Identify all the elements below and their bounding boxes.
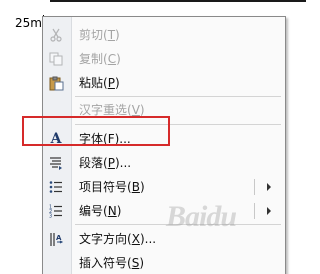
mnemonic-key: P — [107, 156, 115, 170]
mnemonic-key: C — [107, 52, 117, 66]
document-text[interactable]: 25m — [15, 15, 44, 31]
numbering-icon: 123 — [48, 203, 64, 219]
scissors-icon — [48, 27, 64, 43]
menu-item-paste[interactable]: 粘贴(P) — [43, 71, 285, 95]
mnemonic-key: S — [131, 256, 140, 270]
menu-item-label: 剪切 — [79, 28, 104, 42]
mnemonic-key: T — [107, 28, 116, 42]
submenu-arrow-icon[interactable] — [267, 183, 271, 191]
menu-item-paragraph[interactable]: 段落(P)... — [43, 151, 285, 175]
submenu-divider — [254, 203, 255, 219]
menu-item-label: 段落 — [79, 156, 104, 170]
paste-icon — [48, 75, 64, 91]
font-icon: A — [50, 131, 62, 147]
menu-item-reconvert[interactable]: 汉字重选(V) — [43, 98, 285, 122]
menu-item-label: 编号 — [79, 204, 104, 218]
context-menu: 剪切(T) 复制(C) 粘贴(P) 汉字重选(V) A 字体(F)... 段落(… — [42, 16, 286, 274]
screenshot: 25m 剪切(T) 复制(C) 粘贴(P) 汉字重选(V) A 字体(F)...… — [0, 0, 306, 274]
ellipsis: ... — [144, 232, 157, 246]
mnemonic-key: X — [131, 232, 140, 246]
menu-item-label: 字体 — [79, 132, 104, 146]
menu-item-label: 项目符号 — [79, 180, 128, 194]
menu-item-label: 复制 — [79, 52, 104, 66]
bullets-icon — [48, 179, 64, 195]
menu-separator — [75, 96, 281, 97]
mnemonic-key: P — [107, 76, 115, 90]
watermark: Baidu — [166, 200, 237, 233]
menu-item-insert-symbol[interactable]: 插入符号(S) — [43, 251, 285, 274]
svg-text:A: A — [56, 234, 62, 242]
menu-item-label: 粘贴 — [79, 76, 104, 90]
menu-item-label: 插入符号 — [79, 256, 128, 270]
menu-item-copy[interactable]: 复制(C) — [43, 47, 285, 71]
menu-item-font[interactable]: A 字体(F)... — [43, 127, 285, 151]
document-text-content: 25m — [15, 16, 42, 30]
svg-text:3: 3 — [49, 214, 52, 219]
menu-item-label: 文字方向 — [79, 232, 128, 246]
menu-item-text-direction[interactable]: A 文字方向(X)... — [43, 227, 285, 251]
paragraph-icon — [48, 155, 64, 171]
menu-item-bullets[interactable]: 项目符号(B) — [43, 175, 285, 199]
document-top-border — [50, 0, 306, 2]
menu-separator — [75, 124, 281, 125]
ellipsis: ... — [119, 156, 132, 170]
menu-item-cut[interactable]: 剪切(T) — [43, 23, 285, 47]
mnemonic-key: F — [107, 132, 115, 146]
menu-item-numbering[interactable]: 123 编号(N) — [43, 199, 285, 223]
menu-item-label: 汉字重选 — [79, 103, 128, 117]
text-direction-icon: A — [48, 231, 64, 247]
mnemonic-key: N — [107, 204, 117, 218]
mnemonic-key: V — [131, 103, 140, 117]
ellipsis: ... — [119, 132, 131, 146]
mnemonic-key: B — [131, 180, 140, 194]
copy-icon — [48, 51, 64, 67]
submenu-divider — [254, 179, 255, 195]
submenu-arrow-icon[interactable] — [267, 207, 271, 215]
